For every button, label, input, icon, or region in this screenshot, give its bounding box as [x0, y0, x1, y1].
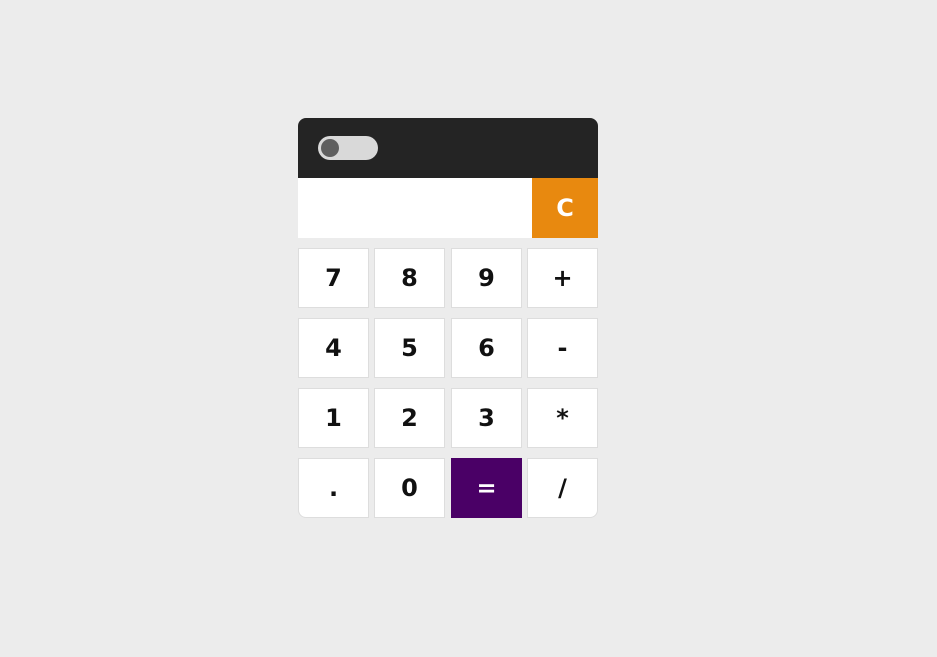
theme-toggle[interactable]: [318, 136, 378, 160]
key-2[interactable]: 2: [374, 388, 445, 448]
calculator: C 7 8 9 + 4 5 6 - 1 2 3 * . 0 = /: [298, 118, 598, 518]
key-divide[interactable]: /: [527, 458, 598, 518]
key-7[interactable]: 7: [298, 248, 369, 308]
key-5[interactable]: 5: [374, 318, 445, 378]
calculator-header: [298, 118, 598, 178]
key-9[interactable]: 9: [451, 248, 522, 308]
display-row: C: [298, 178, 598, 238]
key-1[interactable]: 1: [298, 388, 369, 448]
display-field[interactable]: [298, 178, 532, 238]
key-minus[interactable]: -: [527, 318, 598, 378]
toggle-knob: [321, 139, 339, 157]
key-8[interactable]: 8: [374, 248, 445, 308]
key-4[interactable]: 4: [298, 318, 369, 378]
key-dot[interactable]: .: [298, 458, 369, 518]
key-3[interactable]: 3: [451, 388, 522, 448]
key-0[interactable]: 0: [374, 458, 445, 518]
key-multiply[interactable]: *: [527, 388, 598, 448]
clear-button[interactable]: C: [532, 178, 598, 238]
key-plus[interactable]: +: [527, 248, 598, 308]
key-6[interactable]: 6: [451, 318, 522, 378]
equals-button[interactable]: =: [451, 458, 522, 518]
keypad: 7 8 9 + 4 5 6 - 1 2 3 * . 0 = /: [298, 248, 598, 518]
